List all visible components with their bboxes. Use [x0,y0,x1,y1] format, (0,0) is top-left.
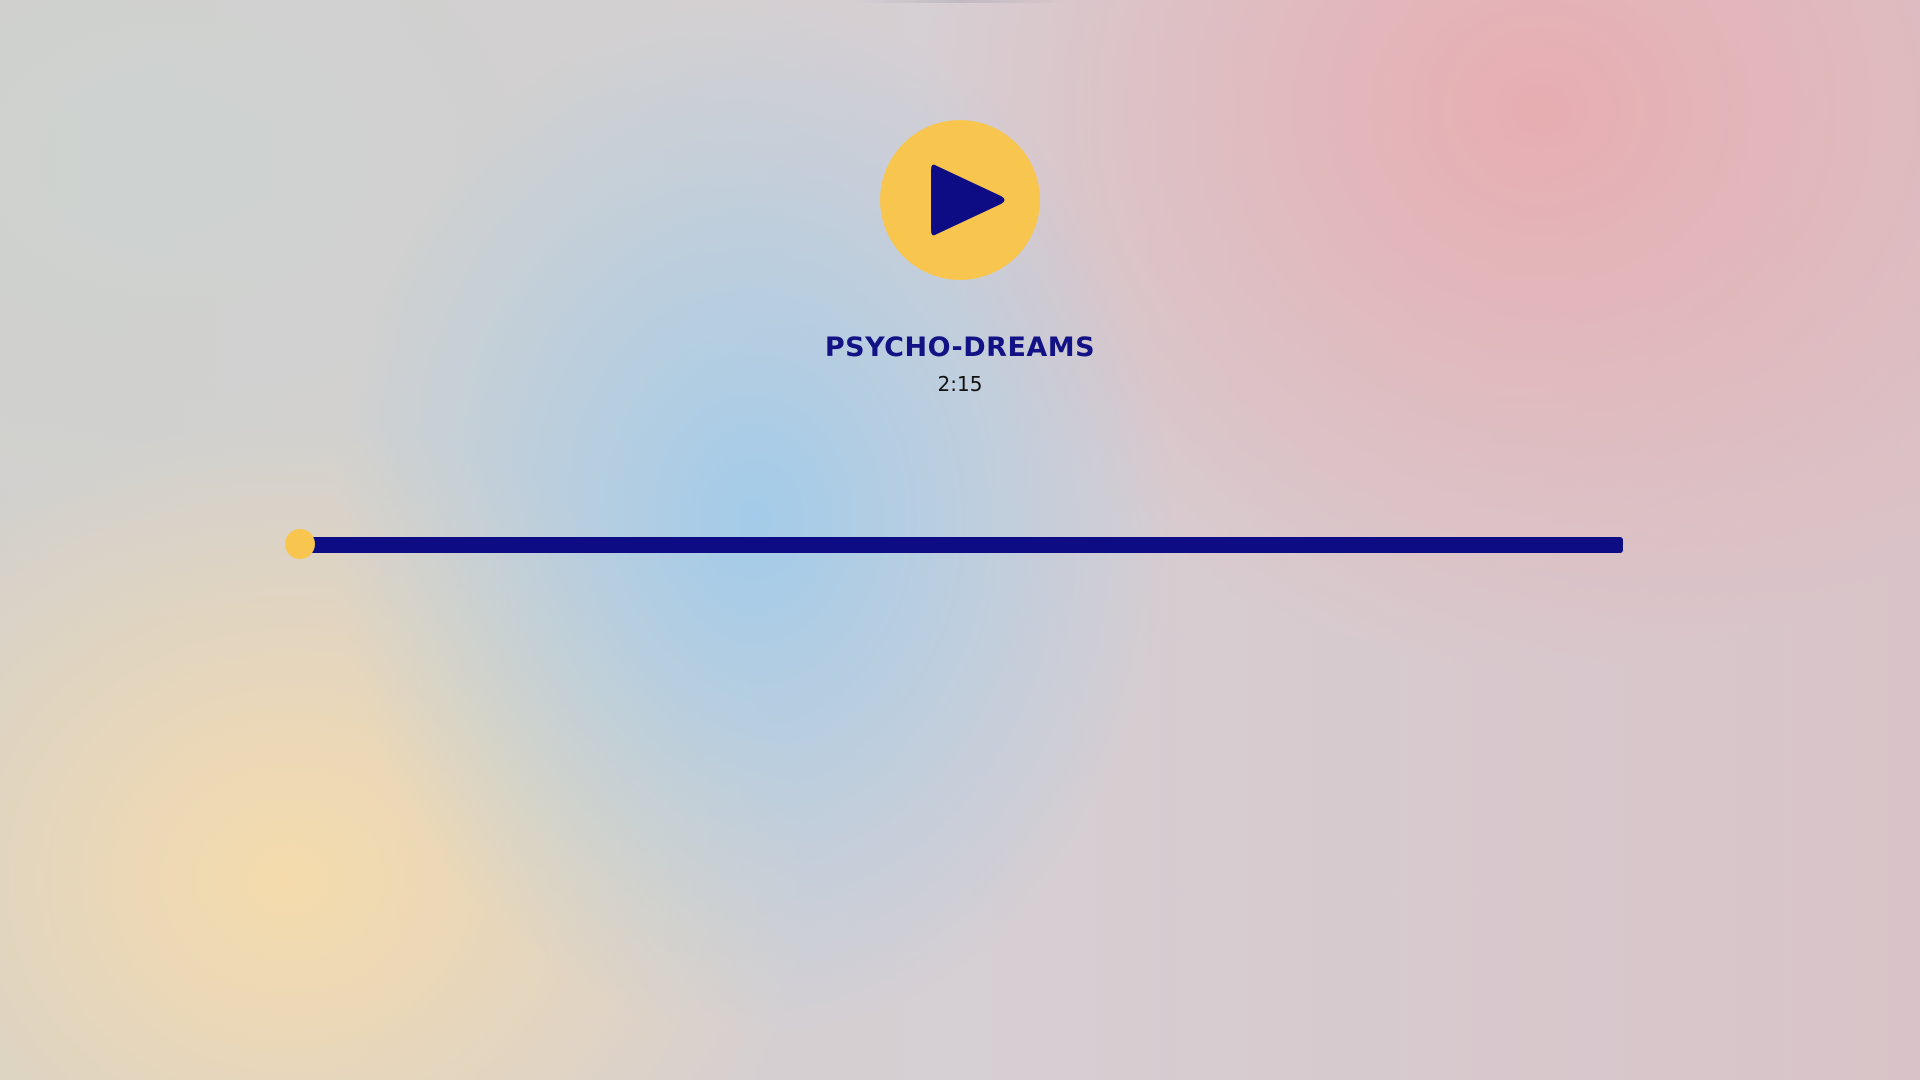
play-icon [931,164,1005,236]
track-duration: 2:15 [937,372,983,396]
progress-thumb[interactable] [285,529,315,559]
progress-bar[interactable] [300,537,1623,553]
track-title: PSYCHO-DREAMS [824,332,1096,363]
audio-player: PSYCHO-DREAMS 2:15 [0,0,1920,1080]
play-button[interactable] [880,120,1040,280]
